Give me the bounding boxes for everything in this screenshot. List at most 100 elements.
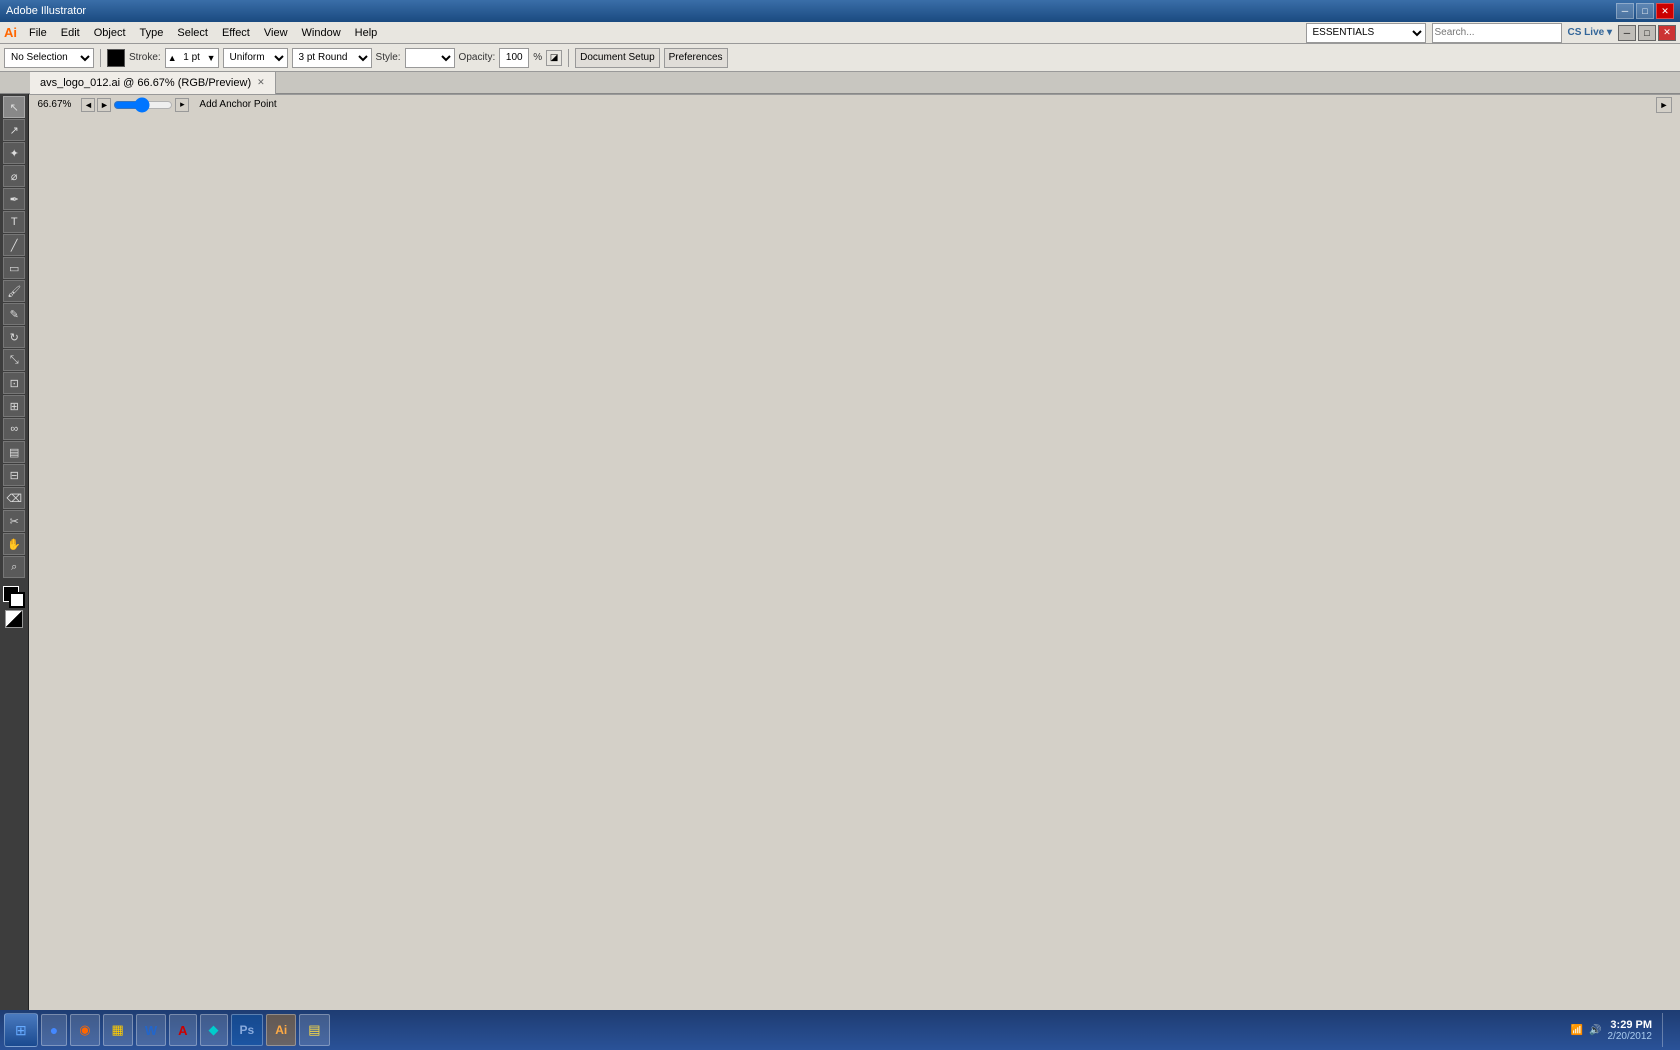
opacity-icon[interactable]: ◪ xyxy=(546,50,562,66)
taskbar-firefox[interactable]: ◉ xyxy=(70,1014,99,1046)
fill-color[interactable] xyxy=(107,49,125,67)
win-close[interactable]: ✕ xyxy=(1658,25,1676,41)
chrome-icon: ● xyxy=(50,1022,58,1038)
maximize-button[interactable]: □ xyxy=(1636,3,1654,19)
eraser-tool[interactable]: ⌫ xyxy=(3,487,25,509)
menu-help[interactable]: Help xyxy=(349,25,384,41)
stroke-up-icon[interactable]: ▲ xyxy=(168,53,177,63)
app-title: Adobe Illustrator xyxy=(6,5,1616,17)
sep1 xyxy=(100,49,101,67)
menu-type[interactable]: Type xyxy=(134,25,170,41)
app-win-controls: ─ □ ✕ xyxy=(1616,3,1674,19)
taskbar-illustrator[interactable]: Ai xyxy=(266,1014,296,1046)
rotate-tool[interactable]: ↻ xyxy=(3,326,25,348)
stroke-end-select[interactable]: 3 pt Round xyxy=(292,48,372,68)
win-minimize[interactable]: ─ xyxy=(1618,25,1636,41)
document-setup-button[interactable]: Document Setup xyxy=(575,48,660,68)
win-restore[interactable]: □ xyxy=(1638,25,1656,41)
tab-close-icon[interactable]: ✕ xyxy=(257,77,265,88)
stroke-down-icon[interactable]: ▼ xyxy=(207,53,216,63)
pen-tool[interactable]: ✒ xyxy=(3,188,25,210)
lasso-tool[interactable]: ⌀ xyxy=(3,165,25,187)
stroke-width-control[interactable]: ▲ ▼ xyxy=(165,48,219,68)
style-label: Style: xyxy=(376,52,401,63)
statusbar: 66.67% ◄ ► ▸ Add Anchor Point ► xyxy=(29,94,1680,114)
type-tool[interactable]: T xyxy=(3,211,25,233)
stroke-width-input[interactable] xyxy=(177,52,207,63)
zoom-next-btn[interactable]: ► xyxy=(97,98,111,112)
menu-file[interactable]: File xyxy=(23,25,53,41)
taskbar-explorer[interactable]: ▦ xyxy=(103,1014,133,1046)
network-icon: 📶 xyxy=(1571,1025,1583,1036)
menu-edit[interactable]: Edit xyxy=(55,25,86,41)
cs-live-label: CS Live ▾ xyxy=(1568,27,1612,38)
toolbox: ↖ ↗ ✦ ⌀ ✒ T ╱ ▭ 🖌 ✎ ↻ ⤡ ⊡ ⊞ ∞ ▤ ⊟ ⌫ ✂ ✋ … xyxy=(0,94,29,1010)
tab-label: avs_logo_012.ai @ 66.67% (RGB/Preview) xyxy=(40,77,251,89)
sep2 xyxy=(568,49,569,67)
status-arrow-btn[interactable]: ► xyxy=(1656,97,1672,113)
blend-tool[interactable]: ∞ xyxy=(3,418,25,440)
style-select[interactable] xyxy=(405,48,455,68)
taskbar-photoshop[interactable]: Ps xyxy=(231,1014,264,1046)
stroke-label: Stroke: xyxy=(129,52,161,63)
menu-effect[interactable]: Effect xyxy=(216,25,256,41)
menu-select[interactable]: Select xyxy=(171,25,214,41)
hand-tool[interactable]: ✋ xyxy=(3,533,25,555)
warp-tool[interactable]: ⊡ xyxy=(3,372,25,394)
title-win-controls: ─ □ ✕ xyxy=(1618,25,1676,41)
magic-wand-tool[interactable]: ✦ xyxy=(3,142,25,164)
close-button[interactable]: ✕ xyxy=(1656,3,1674,19)
explorer-icon: ▦ xyxy=(112,1022,124,1038)
menu-view[interactable]: View xyxy=(258,25,294,41)
column-chart-tool[interactable]: ▤ xyxy=(3,441,25,463)
zoom-prev-btn[interactable]: ◄ xyxy=(81,98,95,112)
taskbar-acrobat[interactable]: A xyxy=(169,1014,196,1046)
document-tab[interactable]: avs_logo_012.ai @ 66.67% (RGB/Preview) ✕ xyxy=(30,72,276,94)
minimize-button[interactable]: ─ xyxy=(1616,3,1634,19)
show-desktop-btn[interactable] xyxy=(1662,1013,1668,1047)
line-tool[interactable]: ╱ xyxy=(3,234,25,256)
taskbar-word[interactable]: W xyxy=(136,1014,166,1046)
stroke-icon[interactable] xyxy=(9,592,25,608)
menu-object[interactable]: Object xyxy=(88,25,132,41)
direct-selection-tool[interactable]: ↗ xyxy=(3,119,25,141)
selection-dropdown[interactable]: No Selection xyxy=(4,48,94,68)
preferences-button[interactable]: Preferences xyxy=(664,48,728,68)
files-icon: ▤ xyxy=(308,1022,320,1038)
system-tray: 📶 🔊 3:29 PM 2/20/2012 xyxy=(1563,1013,1676,1047)
taskbar: ⊞ ● ◉ ▦ W A ◆ Ps Ai ▤ 📶 xyxy=(0,1010,1680,1050)
taskbar-chrome[interactable]: ● xyxy=(41,1014,67,1046)
opacity-label: Opacity: xyxy=(459,52,496,63)
illustrator-icon: Ai xyxy=(275,1023,287,1037)
scale-tool[interactable]: ⤡ xyxy=(3,349,25,371)
zoom-slider[interactable] xyxy=(113,97,173,113)
ai-logo: Ai xyxy=(4,25,17,40)
firefox-icon: ◉ xyxy=(79,1022,90,1038)
zoom-tool[interactable]: ⌕ xyxy=(3,556,25,578)
fill-stroke-area xyxy=(3,586,25,628)
paintbrush-tool[interactable]: 🖌 xyxy=(3,280,25,302)
slice-tool[interactable]: ⊟ xyxy=(3,464,25,486)
menu-window[interactable]: Window xyxy=(296,25,347,41)
toolbar: No Selection Stroke: ▲ ▼ Uniform 3 pt Ro… xyxy=(0,44,1680,72)
scissors-tool[interactable]: ✂ xyxy=(3,510,25,532)
taskbar-files[interactable]: ▤ xyxy=(299,1014,329,1046)
unknown-icon: ◆ xyxy=(209,1022,219,1038)
pencil-tool[interactable]: ✎ xyxy=(3,303,25,325)
fill-stroke-icons xyxy=(3,586,25,608)
taskbar-time: 3:29 PM xyxy=(1608,1019,1653,1031)
workspace-selector[interactable]: ESSENTIALS xyxy=(1306,23,1426,43)
free-transform-tool[interactable]: ⊞ xyxy=(3,395,25,417)
opacity-input[interactable] xyxy=(499,48,529,68)
rect-tool[interactable]: ▭ xyxy=(3,257,25,279)
menubar: Ai File Edit Object Type Select Effect V… xyxy=(0,22,1680,44)
windows-logo-icon: ⊞ xyxy=(15,1022,27,1039)
selection-tool[interactable]: ↖ xyxy=(3,96,25,118)
stroke-style-select[interactable]: Uniform xyxy=(223,48,288,68)
search-input[interactable] xyxy=(1432,23,1562,43)
tabbar: avs_logo_012.ai @ 66.67% (RGB/Preview) ✕ xyxy=(0,72,1680,94)
start-button[interactable]: ⊞ xyxy=(4,1013,38,1047)
zoom-fit-btn[interactable]: ▸ xyxy=(175,98,189,112)
taskbar-unknown[interactable]: ◆ xyxy=(200,1014,228,1046)
none-icon[interactable] xyxy=(5,610,23,628)
